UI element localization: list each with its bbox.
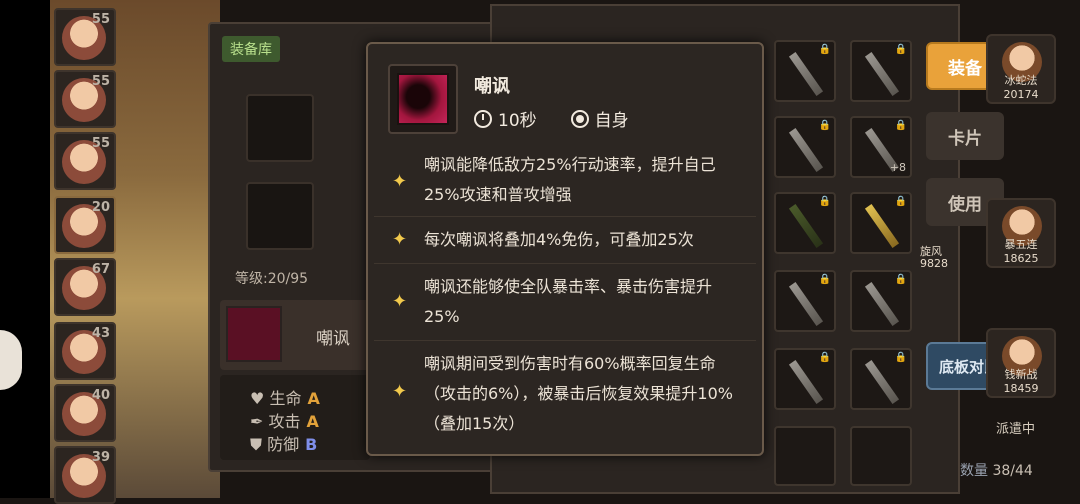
enhance-level: +8 xyxy=(889,161,906,174)
star-icon: ✦ xyxy=(392,381,408,402)
heart-icon: ♥ xyxy=(250,389,270,408)
screen-edge xyxy=(0,0,50,498)
hero-slot[interactable]: 20 xyxy=(54,196,116,254)
hero-level: 40 xyxy=(91,388,110,403)
hero-level: 20 xyxy=(91,200,110,215)
hero-power: 18459 xyxy=(1003,382,1039,395)
equipment-item[interactable]: 🔒 xyxy=(850,348,912,410)
hero-slot[interactable]: 55 xyxy=(54,8,116,66)
stat-grades: ♥ 生命 A ✒ 攻击 A ⛊ 防御 B xyxy=(220,375,370,460)
skill-row[interactable]: 嘲讽 xyxy=(220,300,370,370)
equipment-item[interactable] xyxy=(774,426,836,486)
equipment-item[interactable]: 🔒 xyxy=(850,40,912,102)
equipment-level: 等级:20/95 xyxy=(235,271,309,287)
target-icon xyxy=(570,109,589,128)
armor-slot[interactable] xyxy=(246,182,314,250)
equipment-item[interactable]: 🔒 xyxy=(850,192,912,254)
sword-icon: ✒ xyxy=(250,412,269,431)
hero-level: 55 xyxy=(91,74,110,89)
equipment-item[interactable]: 🔒 xyxy=(774,40,836,102)
hero-slot[interactable]: 43 xyxy=(54,322,116,380)
effect-item: ✦ 嘲讽期间受到伤害时有60%概率回复生命（攻击的6%），被暴击后恢复效果提升10… xyxy=(374,340,756,443)
stat-attack: ✒ 攻击 A xyxy=(250,412,319,431)
taunt-skill-icon xyxy=(388,64,458,134)
effect-list: ✦ 嘲讽能降低敌方25%行动速率，提升自己25%攻速和普攻增强 ✦ 每次嘲讽将叠加4… xyxy=(374,148,756,443)
lock-icon: 🔒 xyxy=(894,44,907,55)
hero-name: 暴五连 xyxy=(1004,238,1038,251)
skill-name: 嘲讽 xyxy=(316,329,350,349)
sword-icon xyxy=(864,360,900,404)
lock-icon: 🔒 xyxy=(894,352,907,363)
sword-icon xyxy=(788,128,824,172)
hero-slot[interactable]: 55 xyxy=(54,70,116,128)
equipment-library-tab[interactable]: 装备库 xyxy=(222,36,280,62)
sword-icon xyxy=(864,52,900,96)
hero-power: 20174 xyxy=(1003,88,1039,101)
hero-list[interactable]: 55 55 55 20 67 43 40 39 xyxy=(50,0,118,504)
sword-icon xyxy=(864,204,900,248)
equipment-item[interactable]: 🔒 xyxy=(774,348,836,410)
equipment-item[interactable]: 🔒 xyxy=(850,270,912,332)
hero-name: 冰蛇法 xyxy=(1004,74,1038,87)
hero-level: 67 xyxy=(91,262,110,277)
hero-card[interactable]: 冰蛇法 20174 xyxy=(986,34,1056,104)
weapon-slot[interactable] xyxy=(246,94,314,162)
partial-hero-power: 9828 xyxy=(920,257,948,270)
effect-item: ✦ 每次嘲讽将叠加4%免伤，可叠加25次 xyxy=(374,216,756,263)
skill-duration: 10秒 xyxy=(498,111,537,131)
equipment-item[interactable]: 🔒 xyxy=(774,270,836,332)
skill-tooltip: 嘲讽 10秒 自身 ✦ 嘲讽能降低敌方25%行动速率，提升自己25%攻速和普攻增强… xyxy=(366,42,764,456)
hero-card[interactable]: 暴五连 18625 xyxy=(986,198,1056,268)
lock-icon: 🔒 xyxy=(894,274,907,285)
card-button[interactable]: 卡片 xyxy=(926,112,1004,160)
equipment-item[interactable]: 🔒 xyxy=(774,192,836,254)
stat-defense: ⛊ 防御 B xyxy=(250,435,318,454)
stat-hp: ♥ 生命 A xyxy=(250,389,320,408)
hero-slot[interactable]: 55 xyxy=(54,132,116,190)
hero-name: 钱新战 xyxy=(1004,368,1038,381)
hero-level: 43 xyxy=(91,326,110,341)
sword-icon xyxy=(788,282,824,326)
sword-icon xyxy=(788,360,824,404)
hero-power: 18625 xyxy=(1003,252,1039,265)
hero-slot[interactable]: 40 xyxy=(54,384,116,442)
equipment-item[interactable] xyxy=(850,426,912,486)
hero-level: 39 xyxy=(91,450,110,465)
skill-art xyxy=(397,73,449,125)
sword-icon xyxy=(788,52,824,96)
lock-icon: 🔒 xyxy=(818,274,831,285)
effect-item: ✦ 嘲讽还能够使全队暴击率、暴击伤害提升25% xyxy=(374,263,756,340)
lock-icon: 🔒 xyxy=(818,352,831,363)
skill-title: 嘲讽 xyxy=(474,76,510,97)
lock-icon: 🔒 xyxy=(894,196,907,207)
lock-icon: 🔒 xyxy=(818,196,831,207)
star-icon: ✦ xyxy=(392,171,408,192)
equipment-item[interactable]: 🔒 xyxy=(774,116,836,178)
star-icon: ✦ xyxy=(392,291,408,312)
hero-card[interactable]: 钱新战 18459 xyxy=(986,328,1056,398)
hero-slot[interactable]: 67 xyxy=(54,258,116,316)
lock-icon: 🔒 xyxy=(894,120,907,131)
taunt-skill-icon xyxy=(226,306,282,362)
sword-icon xyxy=(864,282,900,326)
hero-level: 55 xyxy=(91,136,110,151)
item-count: 数量 38/44 xyxy=(960,463,1033,479)
hero-level: 55 xyxy=(91,12,110,27)
clock-icon xyxy=(474,109,492,128)
star-icon: ✦ xyxy=(392,229,408,250)
dispatch-status: 派遣中 xyxy=(996,422,1036,437)
hero-slot[interactable]: 39 xyxy=(54,446,116,504)
lock-icon: 🔒 xyxy=(818,120,831,131)
effect-item: ✦ 嘲讽能降低敌方25%行动速率，提升自己25%攻速和普攻增强 xyxy=(392,155,716,204)
skill-target: 自身 xyxy=(594,111,629,131)
skill-meta: 10秒 自身 xyxy=(474,106,629,131)
lock-icon: 🔒 xyxy=(818,44,831,55)
equipment-item[interactable]: 🔒 +8 xyxy=(850,116,912,178)
shield-icon: ⛊ xyxy=(250,435,268,454)
sword-icon xyxy=(788,204,824,248)
